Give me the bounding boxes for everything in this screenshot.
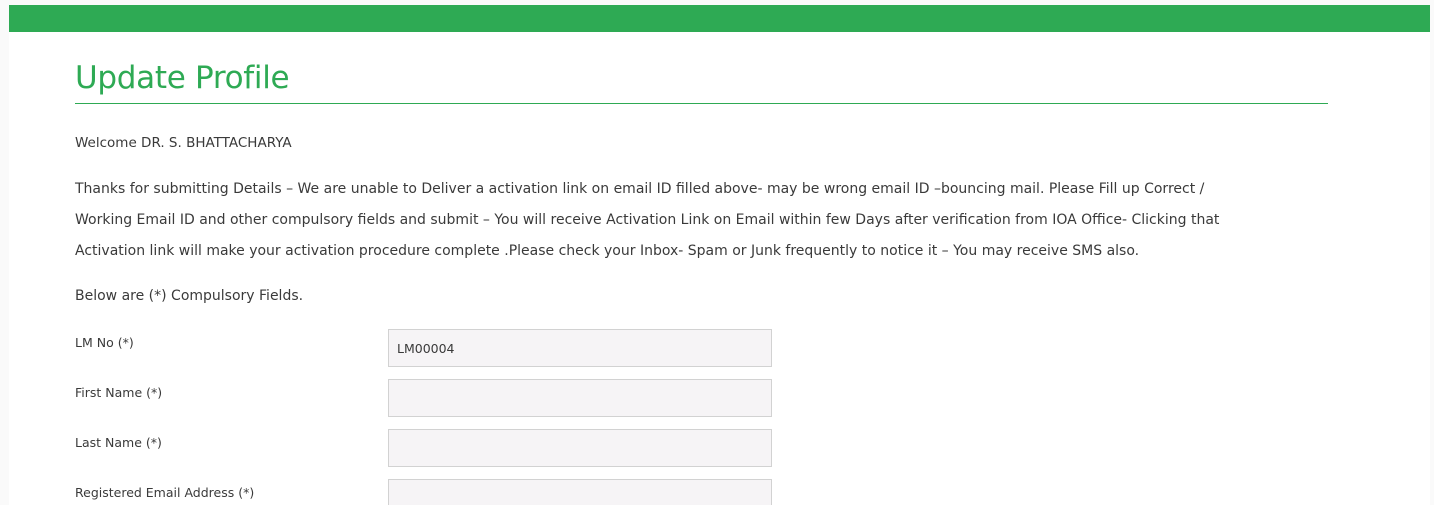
lm-no-label: LM No (*) bbox=[75, 335, 134, 350]
last-name-label: Last Name (*) bbox=[75, 435, 162, 450]
form-row-email: Registered Email Address (*) bbox=[75, 479, 775, 505]
form-row-lm-no: LM No (*) bbox=[75, 329, 775, 369]
welcome-message: Welcome DR. S. BHATTACHARYA bbox=[75, 135, 292, 151]
form-row-last-name: Last Name (*) bbox=[75, 429, 775, 469]
top-header-bar bbox=[9, 5, 1430, 32]
lm-no-input[interactable] bbox=[388, 329, 772, 367]
instructions-line: Activation link will make your activatio… bbox=[75, 243, 1140, 259]
form-row-first-name: First Name (*) bbox=[75, 379, 775, 419]
page: Update Profile Welcome DR. S. BHATTACHAR… bbox=[0, 0, 1434, 505]
first-name-input[interactable] bbox=[388, 379, 772, 417]
instructions-line: Working Email ID and other compulsory fi… bbox=[75, 212, 1220, 228]
page-title: Update Profile bbox=[75, 60, 290, 96]
instructions-line: Thanks for submitting Details – We are u… bbox=[75, 181, 1205, 197]
main-content: Update Profile Welcome DR. S. BHATTACHAR… bbox=[9, 32, 1430, 505]
email-label: Registered Email Address (*) bbox=[75, 485, 255, 500]
first-name-label: First Name (*) bbox=[75, 385, 163, 400]
email-input[interactable] bbox=[388, 479, 772, 505]
last-name-input[interactable] bbox=[388, 429, 772, 467]
title-divider bbox=[75, 103, 1328, 104]
compulsory-fields-note: Below are (*) Compulsory Fields. bbox=[75, 288, 304, 304]
instructions-text: Thanks for submitting Details – We are u… bbox=[75, 174, 1315, 267]
